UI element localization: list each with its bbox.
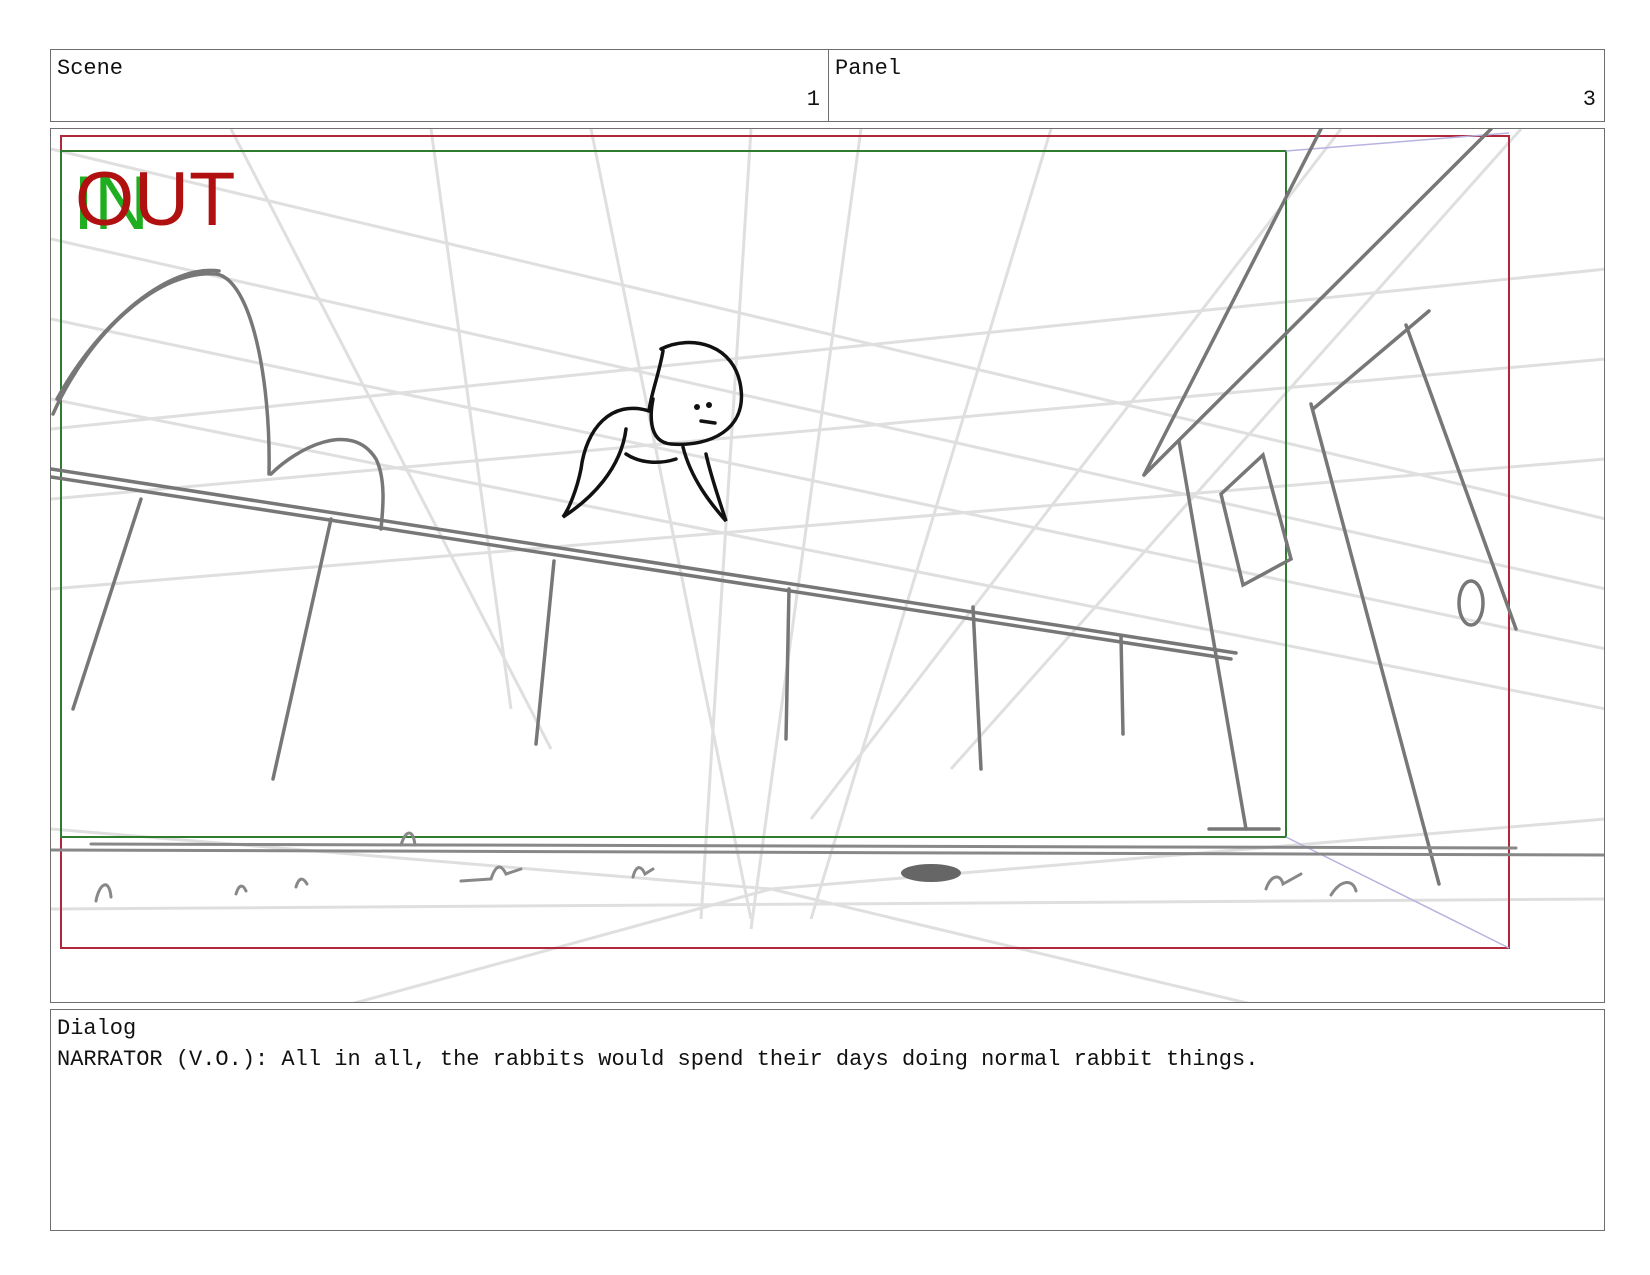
out-marker: OUT xyxy=(75,157,235,242)
in-out-marker: IN OUT xyxy=(73,157,235,246)
panel-label: Panel xyxy=(835,56,902,81)
stone xyxy=(901,864,961,882)
dialog-text[interactable]: NARRATOR (V.O.): All in all, the rabbits… xyxy=(57,1047,1258,1072)
dialog-box: Dialog NARRATOR (V.O.): All in all, the … xyxy=(50,1009,1605,1231)
dialog-label: Dialog xyxy=(57,1016,137,1041)
safe-area-border xyxy=(60,150,1287,838)
panel-sketch: IN OUT xyxy=(51,129,1604,1002)
scene-number[interactable]: 1 xyxy=(807,87,820,112)
panel-number[interactable]: 3 xyxy=(1583,87,1596,112)
storyboard-panel-frame[interactable]: IN OUT xyxy=(50,128,1605,1003)
frame-border xyxy=(60,135,1510,949)
background-sketch xyxy=(51,129,1518,886)
perspective-grid xyxy=(51,129,1604,1002)
scene-cell: Scene 1 xyxy=(51,50,829,121)
rabbit-character xyxy=(561,340,744,523)
storyboard-header: Scene 1 Panel 3 xyxy=(50,49,1605,122)
panel-cell: Panel 3 xyxy=(829,50,1604,121)
scene-label: Scene xyxy=(57,56,124,81)
